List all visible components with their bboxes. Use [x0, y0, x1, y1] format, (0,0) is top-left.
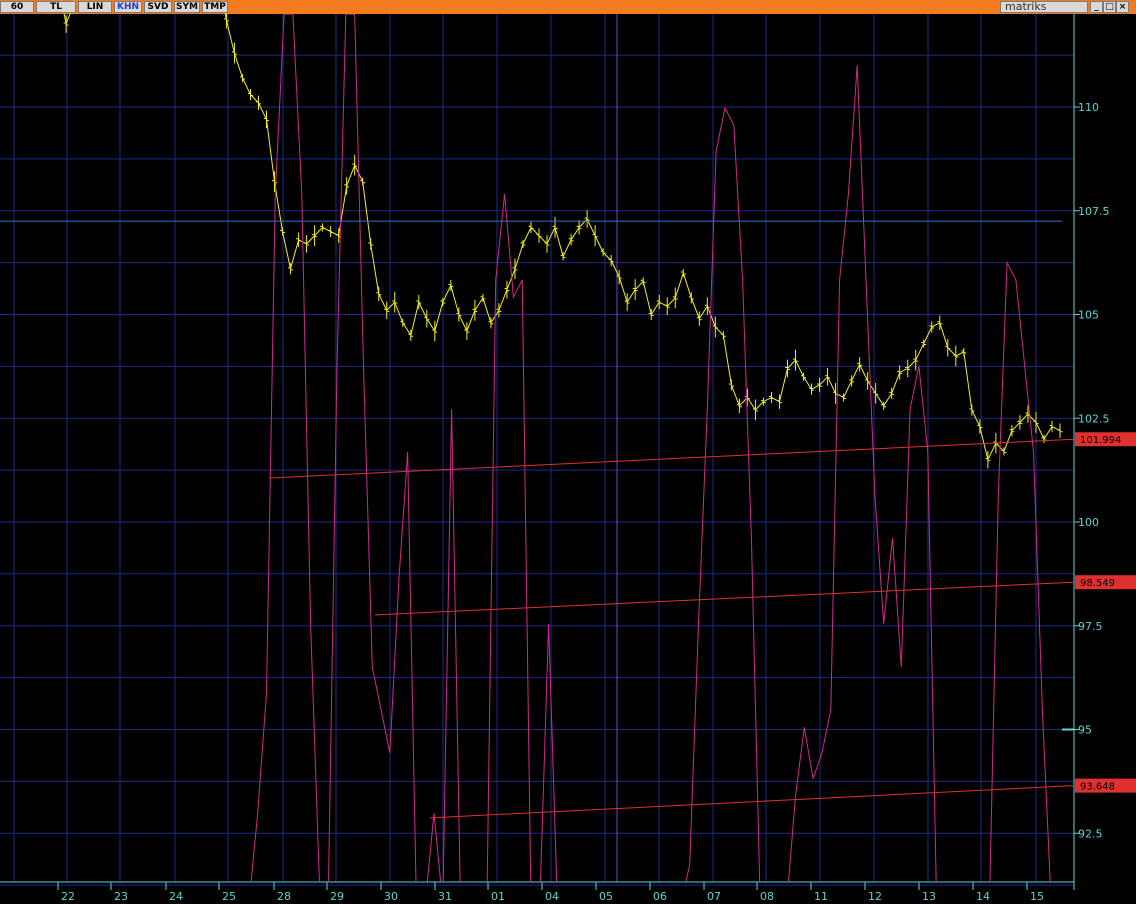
toolbar-button-svd[interactable]: SVD	[144, 1, 172, 13]
x-tick-label: 22	[61, 890, 75, 903]
y-tick-label: 102.5	[1078, 412, 1110, 425]
x-tick-label: 13	[922, 890, 936, 903]
y-tick-label: 100	[1078, 516, 1099, 529]
x-tick-label: 01	[491, 890, 505, 903]
x-tick-label: 31	[438, 890, 452, 903]
x-tick-label: 25	[222, 890, 236, 903]
x-tick-label: 30	[384, 890, 398, 903]
x-tick-label: 29	[330, 890, 344, 903]
restore-icon[interactable]: □	[1103, 1, 1116, 13]
status-refresh-icon[interactable]: ↻	[1096, 892, 1114, 904]
x-tick-label: 04	[545, 890, 559, 903]
toolbar-button-khn[interactable]: KHN	[114, 1, 142, 13]
time-badge: 5:22	[0, 886, 31, 904]
y-tick-label: 95	[1078, 724, 1092, 737]
x-tick-label: 11	[814, 890, 828, 903]
trendline-0	[268, 438, 1075, 479]
trendline-2	[429, 785, 1075, 819]
trendline-value-label: 98.549	[1080, 578, 1115, 589]
x-tick-label: 24	[169, 890, 183, 903]
trendline-1	[374, 581, 1075, 616]
toolbar-button-tl[interactable]: TL	[36, 1, 76, 13]
trendline-value-label: 93.648	[1080, 782, 1115, 793]
y-tick-label: 97.5	[1078, 620, 1103, 633]
x-tick-label: 07	[707, 890, 721, 903]
x-tick-label: 05	[599, 890, 613, 903]
x-tick-label: 15	[1030, 890, 1044, 903]
brand-selector[interactable]: matriks	[1000, 1, 1088, 13]
x-tick-label: 12	[868, 890, 882, 903]
y-tick-label: 105	[1078, 309, 1099, 322]
y-tick-label: 92.5	[1078, 827, 1103, 840]
price-line	[60, 0, 1061, 462]
trendline-value-badge	[1075, 432, 1136, 447]
x-tick-label: 06	[653, 890, 667, 903]
x-tick-label: 14	[976, 890, 990, 903]
toolbar-button-60[interactable]: 60	[0, 1, 34, 13]
toolbar-button-sym[interactable]: SYM	[174, 1, 200, 13]
toolbar-button-tmp[interactable]: TMP	[202, 1, 228, 13]
y-tick-label: 110	[1078, 101, 1099, 114]
chart-background	[0, 14, 1136, 904]
price-chart[interactable]: 92.5 95 97.5 100 102.5 105 107.5 110 22 23 24 25 28 2…	[0, 0, 1136, 904]
trendline-value-label: 101.994	[1080, 435, 1121, 446]
close-icon[interactable]: ×	[1116, 1, 1129, 13]
indicator-line	[250, 14, 1051, 882]
x-tick-label: 23	[114, 890, 128, 903]
minimize-icon[interactable]: _	[1090, 1, 1103, 13]
trendline-value-badge	[1075, 778, 1136, 793]
trendline-value-badge	[1075, 575, 1136, 590]
x-tick-label: 08	[760, 890, 774, 903]
y-tick-label: 107.5	[1078, 205, 1110, 218]
x-tick-label: 28	[277, 890, 291, 903]
toolbar-button-lin[interactable]: LIN	[78, 1, 112, 13]
